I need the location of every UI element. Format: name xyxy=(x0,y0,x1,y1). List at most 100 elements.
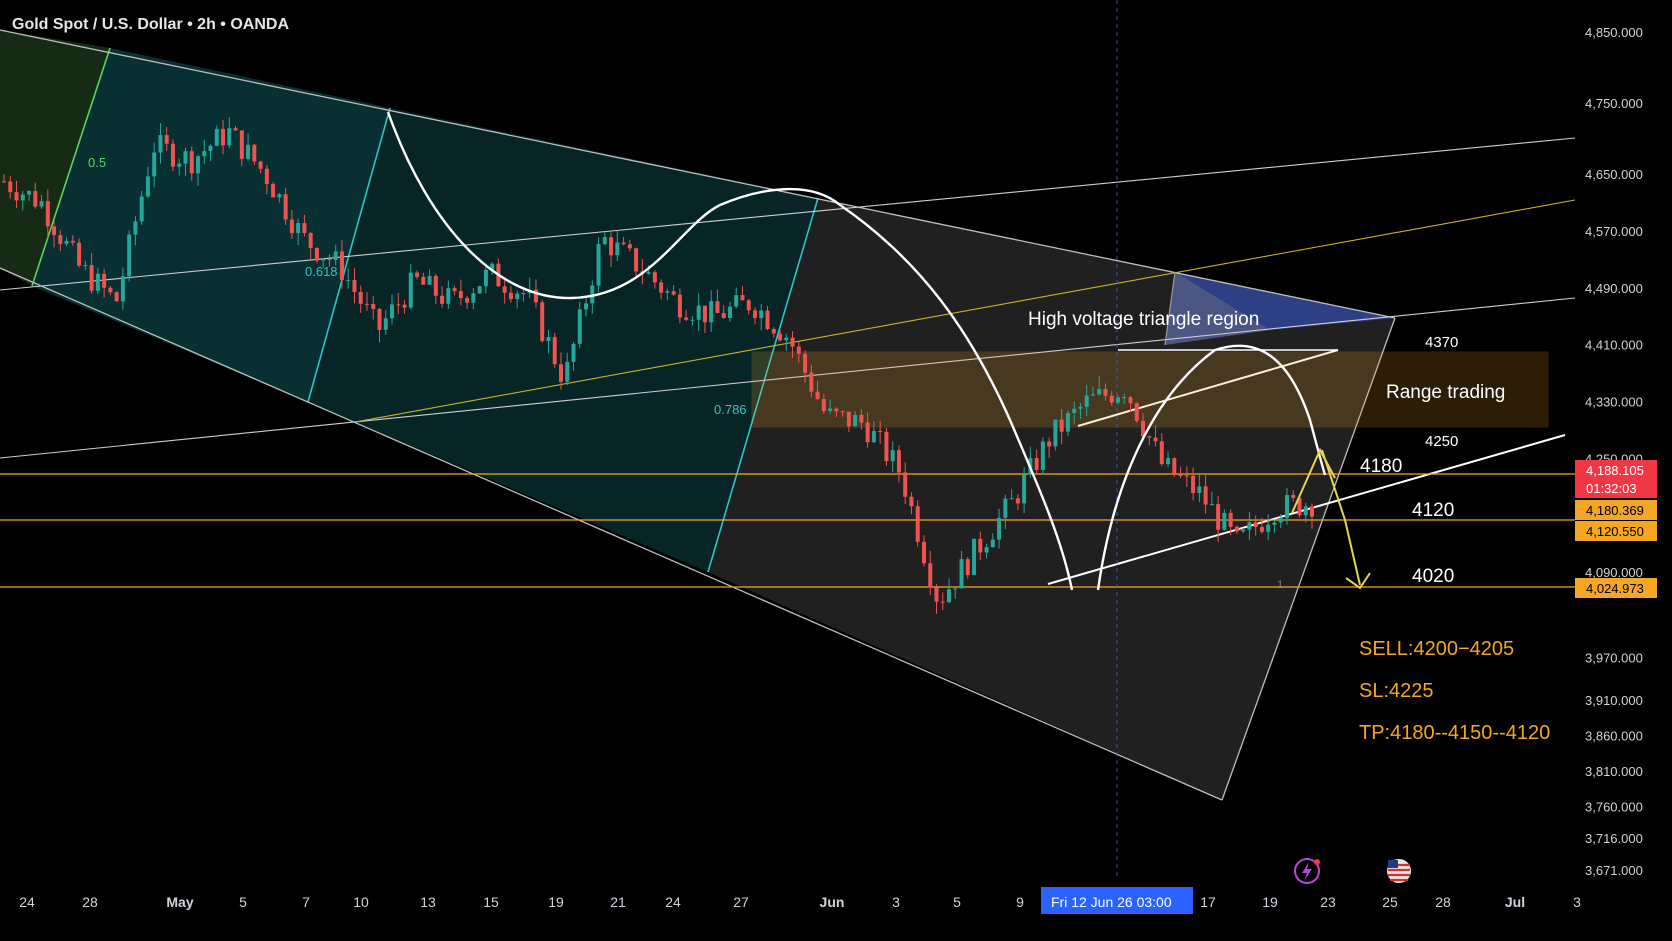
candle-body xyxy=(1128,397,1133,404)
candle-body xyxy=(884,431,889,462)
candle-body xyxy=(415,272,420,277)
candle-body xyxy=(502,286,507,293)
candle-body xyxy=(1191,475,1196,493)
candle-body xyxy=(302,223,307,234)
candle-body xyxy=(1172,458,1177,476)
candle-body xyxy=(52,226,57,236)
candle-body xyxy=(1040,441,1045,470)
price-chart[interactable]: 0.5 0.618 0.786 1 High voltage triangle … xyxy=(0,0,1672,941)
candle-body xyxy=(677,294,682,318)
time-axis-tick: 15 xyxy=(483,894,499,910)
candle-body xyxy=(377,308,382,330)
candle-body xyxy=(909,496,914,507)
candle-body xyxy=(327,259,332,261)
candle-body xyxy=(796,346,801,354)
time-axis-tick: 25 xyxy=(1382,894,1398,910)
us-flag-icon[interactable] xyxy=(1387,859,1411,883)
candle-body xyxy=(383,318,388,330)
price-axis-tick: 4,850.000 xyxy=(1585,25,1643,40)
candle-body xyxy=(239,130,244,159)
candle-body xyxy=(1241,529,1246,532)
crosshair-date-label: Fri 12 Jun 26 03:00 xyxy=(1051,894,1172,910)
candle-body xyxy=(627,244,632,249)
candle-body xyxy=(646,272,651,274)
candle-body xyxy=(339,251,344,281)
candle-body xyxy=(1134,403,1139,421)
sl-text: SL:4225 xyxy=(1359,680,1434,702)
candle-body xyxy=(246,144,251,159)
candle-body xyxy=(972,538,977,576)
time-axis[interactable]: 24 28 May 5 7 10 13 15 19 21 24 27 Jun 3 5 9 17 19 23 25 28 J… xyxy=(19,894,1581,910)
price-axis-tick: 3,970.000 xyxy=(1585,650,1643,665)
candle-body xyxy=(1072,408,1077,414)
candle-body xyxy=(684,317,689,320)
candle-body xyxy=(1272,522,1277,525)
candle-body xyxy=(421,276,426,285)
price-axis-tick: 3,671.000 xyxy=(1585,863,1643,878)
candle-body xyxy=(1053,419,1058,447)
candle-body xyxy=(740,295,745,301)
candle-body xyxy=(978,538,983,553)
candle-body xyxy=(634,248,639,272)
candle-body xyxy=(364,303,369,305)
candle-body xyxy=(458,291,463,299)
candle-body xyxy=(202,150,207,157)
candle-body xyxy=(997,517,1002,540)
candle-body xyxy=(289,219,294,234)
candle-body xyxy=(283,194,288,220)
current-price-tag: 4,188.105 xyxy=(1586,463,1644,478)
candle-body xyxy=(214,128,219,146)
candle-body xyxy=(1310,506,1314,517)
candle-body xyxy=(177,163,182,167)
time-axis-tick: 17 xyxy=(1200,894,1216,910)
level-label-4120: 4120 xyxy=(1412,500,1454,521)
candle-body xyxy=(659,282,664,293)
price-axis-tick: 4,570.000 xyxy=(1585,224,1643,239)
lightning-icon[interactable] xyxy=(1294,858,1320,884)
candle-body xyxy=(1147,436,1152,438)
candle-body xyxy=(133,221,138,235)
price-axis-tick: 3,910.000 xyxy=(1585,693,1643,708)
candle-body xyxy=(865,422,870,443)
candle-body xyxy=(352,280,357,292)
candle-body xyxy=(139,196,144,222)
candle-body xyxy=(1097,389,1102,395)
price-tag-4024: 4,024.973 xyxy=(1586,581,1644,596)
price-axis[interactable]: 4,850.000 4,750.000 4,650.000 4,570.000 4,49… xyxy=(1585,25,1643,878)
candle-body xyxy=(721,313,726,319)
candle-body xyxy=(221,128,226,146)
candle-body xyxy=(45,201,50,227)
candle-body xyxy=(652,272,657,283)
time-axis-tick: 28 xyxy=(1435,894,1451,910)
candle-body xyxy=(33,191,38,207)
candle-body xyxy=(1015,498,1020,504)
candle-body xyxy=(602,237,607,245)
candle-body xyxy=(596,244,601,286)
candle-body xyxy=(803,353,808,373)
time-axis-tick: 10 xyxy=(353,894,369,910)
time-axis-tick: 5 xyxy=(239,894,247,910)
candle-body xyxy=(427,275,432,285)
candle-body xyxy=(371,303,376,309)
candle-body xyxy=(846,411,851,427)
candle-body xyxy=(64,240,69,244)
candle-body xyxy=(471,293,476,303)
candle-body xyxy=(1266,524,1271,532)
candle-body xyxy=(8,181,13,193)
candle-body xyxy=(452,288,457,292)
candle-body xyxy=(465,298,470,303)
time-axis-tick: 3 xyxy=(1573,894,1581,910)
level-label-4020: 4020 xyxy=(1412,566,1454,587)
price-axis-tick: 4,750.000 xyxy=(1585,96,1643,111)
candle-body xyxy=(483,269,488,287)
candle-body xyxy=(871,431,876,443)
candle-body xyxy=(915,506,920,542)
time-axis-tick: 21 xyxy=(610,894,626,910)
candle-body xyxy=(433,275,438,296)
candle-body xyxy=(258,161,263,169)
candle-body xyxy=(396,304,401,306)
candle-body xyxy=(402,304,407,308)
candle-body xyxy=(1153,437,1158,442)
candle-body xyxy=(314,247,319,261)
candle-body xyxy=(1259,527,1264,532)
